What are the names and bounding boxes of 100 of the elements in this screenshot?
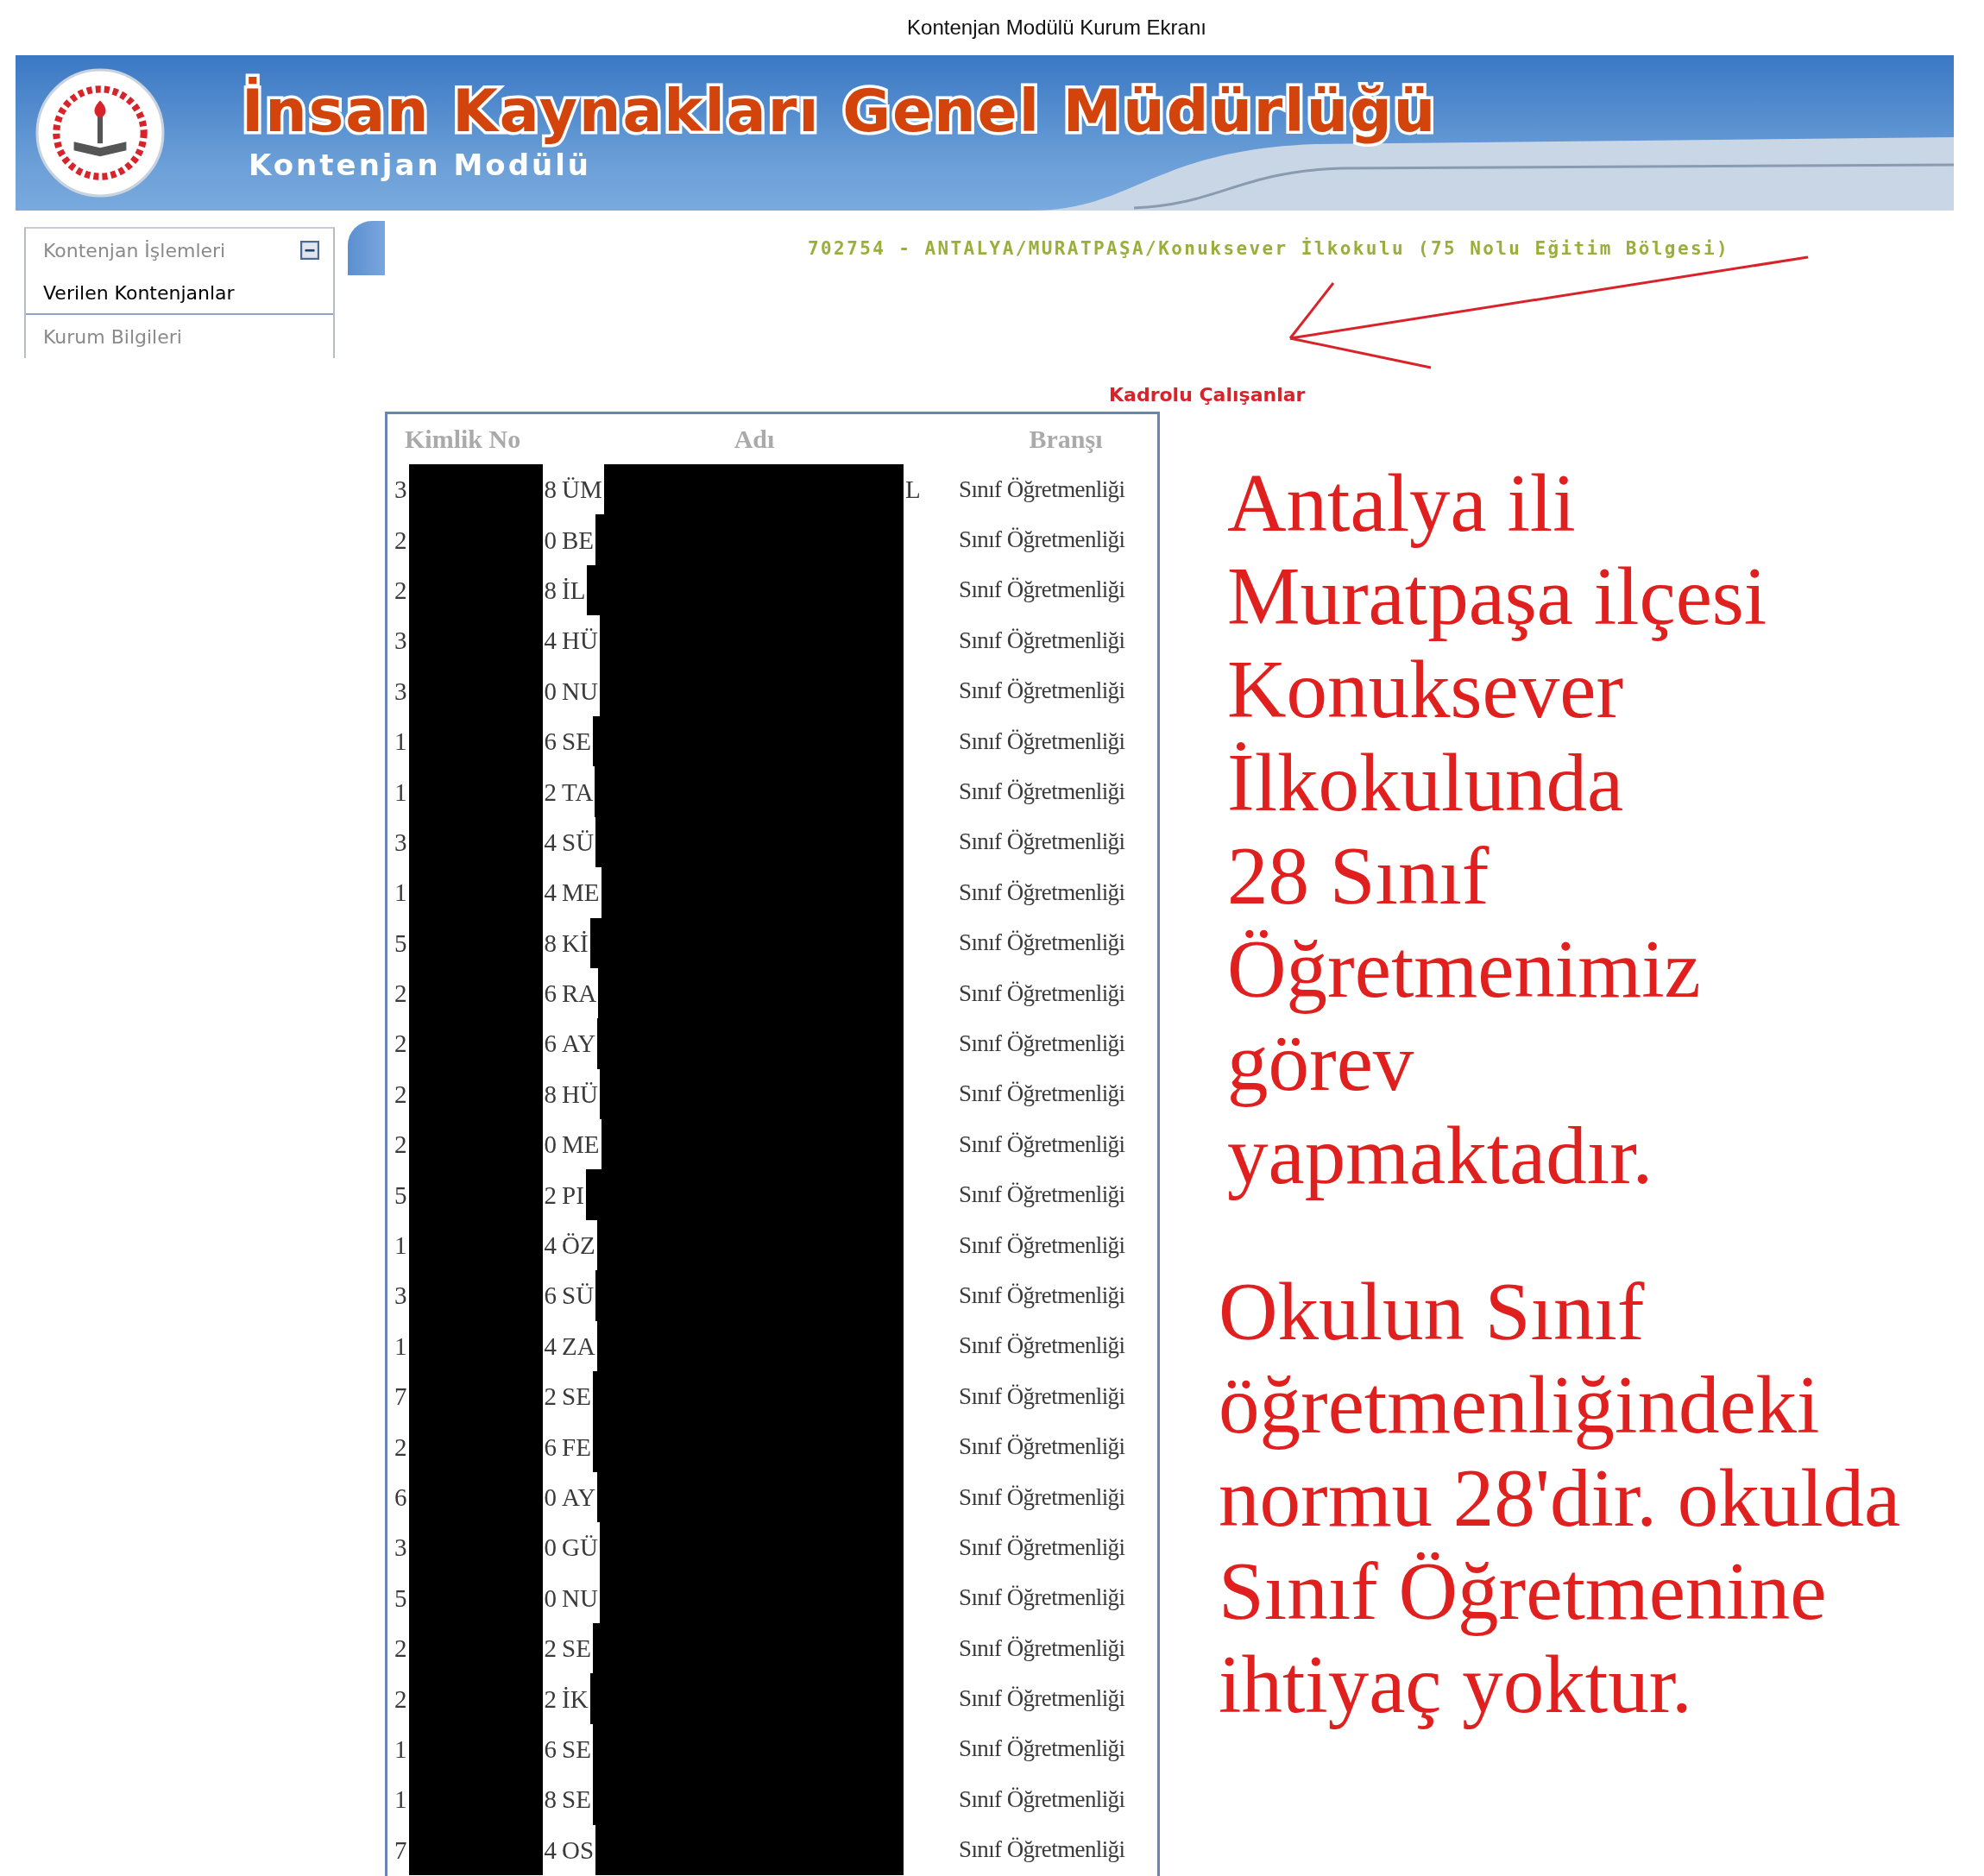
table-cell-text: 0	[544, 676, 557, 707]
table-cell-text: ME	[562, 1130, 600, 1161]
table-cell-text: 3	[394, 475, 407, 506]
table-cell-text: SÜ	[562, 1281, 595, 1312]
table-cell-text: ÖZ	[562, 1231, 595, 1262]
column-header: Adı	[733, 425, 776, 454]
table-cell-text: 1	[394, 1331, 407, 1362]
table-cell-text: Sınıf Öğretmenliği	[959, 1785, 1125, 1814]
table-cell-text: Sınıf Öğretmenliği	[959, 1331, 1125, 1361]
table-cell-text: SE	[562, 1734, 591, 1765]
table-cell-text: HÜ	[562, 1079, 598, 1110]
table-cell-text: Sınıf Öğretmenliği	[959, 677, 1125, 706]
table-cell-text: Sınıf Öğretmenliği	[959, 1684, 1125, 1714]
table-cell-text: AY	[562, 1029, 596, 1060]
table-cell-text: 3	[394, 1533, 407, 1564]
table-cell-text: 0	[544, 525, 557, 556]
table-cell-text: HÜ	[562, 626, 598, 657]
header-title: İnsan Kaynakları Genel Müdürlüğü	[242, 76, 1438, 147]
table-cell-text: Sınıf Öğretmenliği	[959, 929, 1125, 958]
table-cell-text: 7	[394, 1382, 407, 1413]
table-cell-text: 2	[544, 1684, 557, 1715]
collapse-icon[interactable]	[300, 241, 319, 260]
table-cell-text: 4	[544, 626, 557, 657]
table-cell-text: 0	[544, 1130, 557, 1161]
table-cell-text: 2	[394, 1130, 407, 1161]
table-cell-text: 2	[394, 525, 407, 556]
sidebar-item[interactable]: Kontenjan İşlemleri	[26, 229, 333, 272]
table-cell-text: Sınıf Öğretmenliği	[959, 526, 1125, 555]
table-cell-text: 2	[394, 1634, 407, 1665]
table-cell-text: 1	[394, 1231, 407, 1262]
window-title: Kontenjan Modülü Kurum Ekranı	[907, 16, 1206, 40]
table-cell-text: Sınıf Öğretmenliği	[959, 1734, 1125, 1764]
table-cell-text: Sınıf Öğretmenliği	[959, 475, 1125, 504]
table-cell-text: TA	[562, 777, 594, 808]
table-cell-text: 3	[394, 676, 407, 707]
table-cell-text: 2	[544, 1382, 557, 1413]
table-cell-text: 2	[544, 1180, 557, 1211]
table-cell-text: 5	[394, 1180, 407, 1211]
table-cell-text: 8	[544, 475, 557, 506]
table-cell-text: Sınıf Öğretmenliği	[959, 1835, 1125, 1865]
table-cell-text: SE	[562, 1785, 591, 1816]
table-cell-text: ME	[562, 878, 600, 909]
table-cell-text: ZA	[562, 1331, 595, 1362]
annotation-text: Okulun Sınıf öğretmenliğindeki normu 28'dir. okulda Sınıf Öğretmenine ihtiyaç yoktur.	[1219, 1265, 1901, 1731]
table-cell-text: 1	[394, 1734, 407, 1765]
table-cell-text: Sınıf Öğretmenliği	[959, 1130, 1125, 1159]
table-cell-text: L	[905, 475, 921, 506]
table-cell-text: 2	[394, 1029, 407, 1060]
table-cell-text: 2	[394, 1432, 407, 1463]
table-cell-text: 6	[544, 1734, 557, 1765]
table-cell-text: Sınıf Öğretmenliği	[959, 1281, 1125, 1310]
table-cell-text: OS	[562, 1835, 595, 1866]
table-cell-text: Sınıf Öğretmenliği	[959, 878, 1125, 907]
table-cell-text: 8	[544, 1079, 557, 1110]
table-cell-text: 4	[544, 1835, 557, 1866]
table-cell-text: 6	[544, 1029, 557, 1060]
table-cell-text: Sınıf Öğretmenliği	[959, 828, 1125, 857]
sidebar-item[interactable]: Kurum Bilgileri	[26, 315, 333, 358]
table-cell-text: Sınıf Öğretmenliği	[959, 626, 1125, 655]
table-cell-text: 4	[544, 878, 557, 909]
table-cell-text: 6	[544, 727, 557, 758]
table-cell-text: Sınıf Öğretmenliği	[959, 777, 1125, 807]
table-cell-text: GÜ	[562, 1533, 598, 1564]
table-cell-text: Kİ	[562, 928, 589, 959]
table-cell-text: 4	[544, 827, 557, 858]
table-cell-text: Sınıf Öğretmenliği	[959, 1483, 1125, 1512]
table-cell-text: Sınıf Öğretmenliği	[959, 727, 1125, 756]
table-cell-text: Sınıf Öğretmenliği	[959, 576, 1125, 605]
table-cell-text: 6	[544, 979, 557, 1010]
table-cell-text: 0	[544, 1483, 557, 1513]
table-cell-text: RA	[562, 979, 597, 1010]
table-cell-text: Sınıf Öğretmenliği	[959, 979, 1125, 1008]
sidebar-item[interactable]: Verilen Kontenjanlar	[26, 272, 333, 315]
table-cell-text: Sınıf Öğretmenliği	[959, 1382, 1125, 1411]
table-cell-text: 1	[394, 1785, 407, 1816]
table-cell-text: 2	[394, 1079, 407, 1110]
table-cell-text: SE	[562, 1634, 591, 1665]
table-cell-text: NU	[562, 1583, 598, 1614]
table-cell-text: Sınıf Öğretmenliği	[959, 1583, 1125, 1613]
column-header: Branşı	[1028, 425, 1104, 454]
table-cell-text: 1	[394, 878, 407, 909]
table-cell-text: 1	[394, 777, 407, 808]
table-cell-text: Sınıf Öğretmenliği	[959, 1432, 1125, 1462]
table-cell-text: NU	[562, 676, 598, 707]
table-cell-text: Sınıf Öğretmenliği	[959, 1029, 1125, 1058]
table-cell-text: 6	[544, 1281, 557, 1312]
table-cell-text: 3	[394, 827, 407, 858]
table-cell-text: 6	[544, 1432, 557, 1463]
table-cell-text: 2	[544, 1634, 557, 1665]
table-cell-text: Sınıf Öğretmenliği	[959, 1180, 1125, 1210]
column-header: Kimlik No	[404, 425, 522, 454]
emblem-icon	[35, 67, 166, 198]
header-subtitle: Kontenjan Modülü	[249, 148, 593, 182]
table-cell-text: SE	[562, 1382, 591, 1413]
table-cell-text: 6	[394, 1483, 407, 1513]
table-cell-text: İL	[562, 575, 586, 606]
institution-label: 702754 - ANTALYA/MURATPAŞA/Konuksever İlkokulu (75 Nolu Eğitim Bölgesi)	[808, 238, 1730, 261]
table-cell-text: 0	[544, 1533, 557, 1564]
table-cell-text: 8	[544, 575, 557, 606]
table-cell-text: PI	[562, 1180, 584, 1211]
